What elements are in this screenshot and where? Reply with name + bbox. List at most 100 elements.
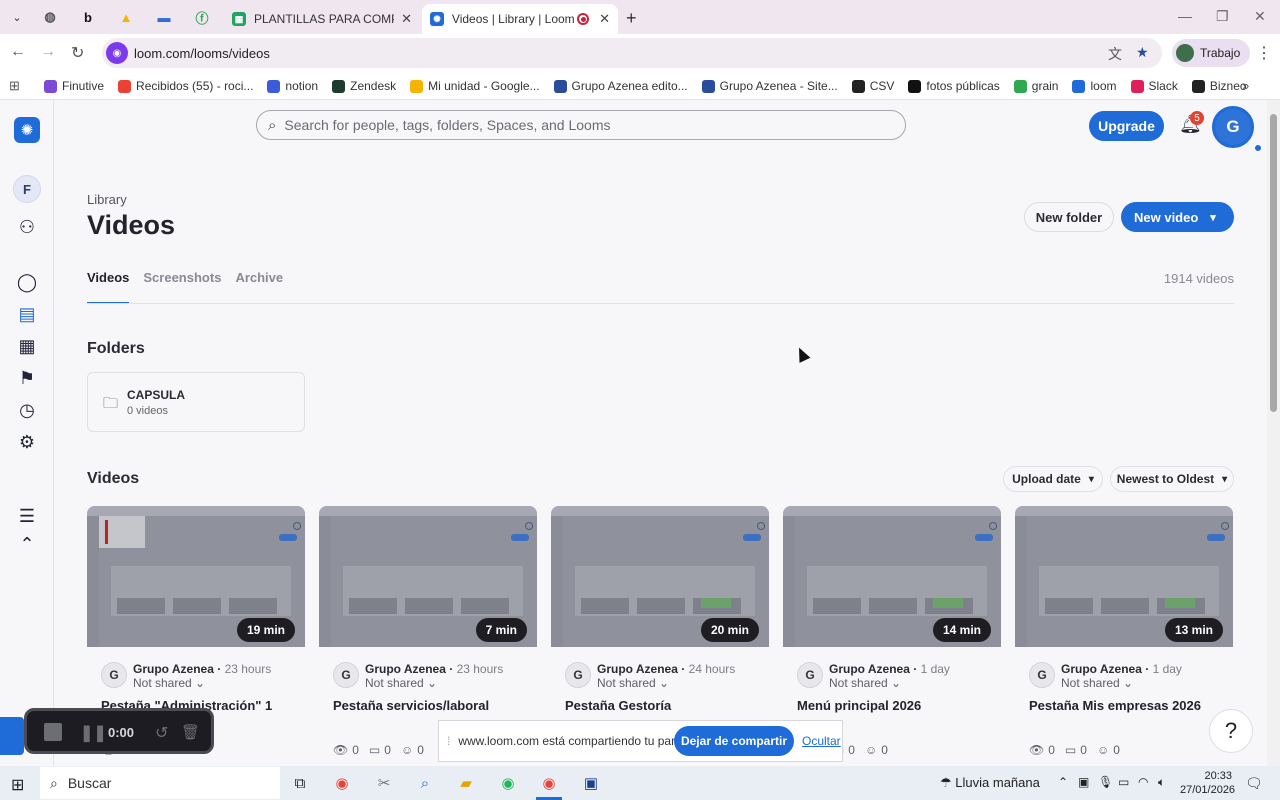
bookmark-item[interactable]: fotos públicas [908,79,1000,93]
stop-recording-icon[interactable] [44,723,62,741]
video-title[interactable]: Pestaña Mis empresas 2026 [1029,698,1201,713]
author-avatar[interactable]: G [797,662,823,688]
forward-icon[interactable]: → [40,43,56,61]
author-name[interactable]: Grupo Azenea [829,662,910,676]
hide-link[interactable]: Ocultar [802,734,841,748]
taskbar-search[interactable]: ⌕ Buscar [40,767,280,799]
camera-bubble-edge[interactable] [0,717,24,755]
new-video-button[interactable]: New video ▾ [1121,202,1234,232]
author-name[interactable]: Grupo Azenea [133,662,214,676]
invite-user-icon[interactable]: ⚇ [15,215,39,239]
chrome-profile-icon[interactable]: ◉ [538,772,560,794]
wifi-icon[interactable]: ◠ [1138,775,1148,789]
file-explorer-icon[interactable]: ▰ [455,772,477,794]
close-tab-icon[interactable]: ✕ [401,11,412,27]
tab-plantillas[interactable]: ▦ PLANTILLAS PARA COMPROBA ✕ [224,4,420,34]
video-thumbnail[interactable]: 7 min [319,506,537,647]
more-bookmarks-icon[interactable]: » [1242,78,1249,93]
settings-gear-icon[interactable]: ⚙ [15,430,39,454]
bookmark-icon[interactable]: ⚑ [15,366,39,390]
browser-menu-icon[interactable]: ⋮ [1256,43,1272,63]
video-card[interactable]: 13 min G Grupo Azenea · 1 day Not shared ⌄ P… [1015,506,1233,766]
bookmark-item[interactable]: loom [1072,79,1117,93]
help-button[interactable]: ? [1209,709,1253,753]
bookmark-item[interactable]: Mi unidad - Google... [410,79,540,93]
reload-icon[interactable]: ↻ [71,43,84,63]
folder-card[interactable]: 🗀 CAPSULA 0 videos [87,372,305,432]
notification-center-icon[interactable]: 🗨︎ [1245,775,1263,792]
site-info-icon[interactable]: ◉ [106,42,128,64]
chrome-icon[interactable]: ◉ [331,772,353,794]
battery-icon[interactable]: ▭ [1118,775,1129,789]
workspace-avatar[interactable]: F [13,175,41,203]
history-clock-icon[interactable]: ◷ [15,398,39,422]
drag-handle-icon[interactable]: ⁞ [447,734,450,748]
share-status-dropdown[interactable]: Not shared ⌄ [829,676,901,690]
bookmark-item[interactable]: Grupo Azenea - Site... [701,79,838,93]
taskbar-clock[interactable]: 20:33 27/01/2026 [1180,769,1235,797]
page-scrollbar[interactable] [1267,100,1280,766]
bookmark-star-icon[interactable]: ★ [1136,44,1149,61]
task-view-icon[interactable]: ⧉ [289,772,311,794]
pinned-tab-drive-icon[interactable]: ▲ [116,7,136,27]
tab-videos[interactable]: Videos [87,270,130,304]
author-avatar[interactable]: G [101,662,127,688]
translate-icon[interactable]: 文 [1108,44,1122,64]
bookmark-item[interactable]: Zendesk [332,79,396,93]
video-thumbnail[interactable]: 19 min [87,506,305,647]
video-title[interactable]: Pestaña Gestoría [565,698,671,713]
search-bar[interactable]: ⌕ [256,110,906,140]
microphone-icon[interactable]: 🎙︎ [1098,775,1113,789]
author-name[interactable]: Grupo Azenea [1061,662,1142,676]
library-icon[interactable]: ▤ [15,302,39,326]
breadcrumb[interactable]: Library [87,192,127,207]
bookmark-item[interactable]: notion [267,79,318,93]
video-title[interactable]: Pestaña servicios/laboral [333,698,489,713]
bookmark-item[interactable]: CSV [851,79,894,93]
tray-app-icon[interactable]: ▣ [1078,775,1089,789]
pinned-tab-computer-icon[interactable]: ▬ [154,7,174,27]
video-thumbnail[interactable]: 20 min [551,506,769,647]
close-window-icon[interactable]: ✕ [1254,8,1266,25]
share-status-dropdown[interactable]: Not shared ⌄ [1061,676,1133,690]
restart-icon[interactable]: ↺ [155,723,168,743]
trash-icon[interactable]: 🗑︎ [181,723,200,741]
bookmark-item[interactable]: Slack [1130,79,1178,93]
author-avatar[interactable]: G [1029,662,1055,688]
apps-grid-icon[interactable]: ⊞ [9,78,20,94]
bookmark-item[interactable]: Finutive [44,79,104,93]
tray-chevron-icon[interactable]: ⌃ [1058,775,1068,789]
tab-screenshots[interactable]: Screenshots [143,270,221,304]
volume-icon[interactable]: 🔈︎ [1158,775,1165,790]
tab-archive[interactable]: Archive [235,270,283,304]
calendar-icon[interactable]: ▦ [15,334,39,358]
profile-icon[interactable]: ◯ [15,270,39,294]
tab-loom-videos[interactable]: ✺ Videos | Library | Loom ✕ [422,4,618,34]
bookmark-item[interactable]: Recibidos (55) - roci... [118,79,253,93]
author-avatar[interactable]: G [565,662,591,688]
pinned-tab-bizneo-icon[interactable]: b [78,7,98,27]
sort-order-dropdown[interactable]: Newest to Oldest ▾ [1110,466,1234,492]
author-avatar[interactable]: G [333,662,359,688]
pinned-tab-globe-icon[interactable]: ◍ [40,7,60,27]
author-name[interactable]: Grupo Azenea [365,662,446,676]
pause-icon[interactable]: ❚❚ [80,723,107,743]
video-thumbnail[interactable]: 13 min [1015,506,1233,647]
video-thumbnail[interactable]: 14 min [783,506,1001,647]
new-tab-icon[interactable]: + [626,8,637,29]
spotify-icon[interactable]: ◉ [497,772,519,794]
snipping-icon[interactable]: ✂ [373,772,395,794]
share-status-dropdown[interactable]: Not shared ⌄ [133,676,205,690]
minimize-icon[interactable]: — [1178,8,1192,24]
collapse-chevron-icon[interactable]: ⌃ [15,532,39,556]
tab-search-chevron-icon[interactable]: ⌄ [8,8,26,26]
stop-sharing-button[interactable]: Dejar de compartir [674,726,794,756]
loom-logo-icon[interactable]: ✺ [14,117,40,143]
remote-desktop-icon[interactable]: ▣ [580,772,602,794]
windows-start-icon[interactable]: ⊞ [11,775,24,795]
share-status-dropdown[interactable]: Not shared ⌄ [365,676,437,690]
video-title[interactable]: Menú principal 2026 [797,698,921,713]
close-tab-icon[interactable]: ✕ [599,11,610,27]
new-folder-button[interactable]: New folder [1024,202,1114,232]
share-status-dropdown[interactable]: Not shared ⌄ [597,676,669,690]
